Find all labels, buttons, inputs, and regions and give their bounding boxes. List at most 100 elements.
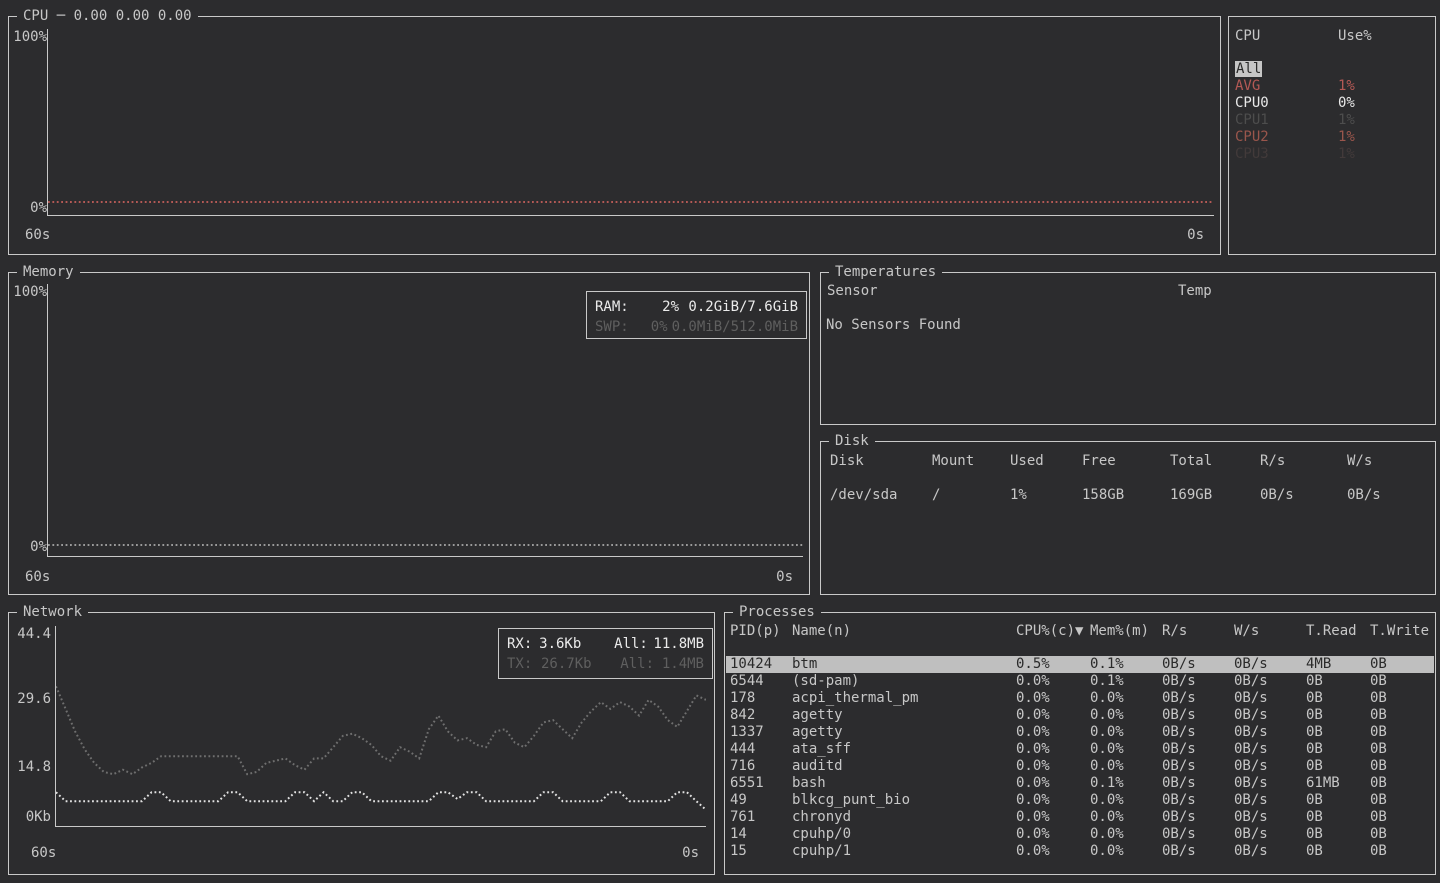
process-cell: 0B/s (1162, 792, 1196, 809)
cpu-x-axis-right-label: 0s (1187, 227, 1204, 244)
cpu-legend-cell: CPU2 (1235, 129, 1269, 146)
tx-all-label: All: (620, 654, 662, 674)
process-cell: 0B/s (1234, 775, 1268, 792)
disk-cell: / (932, 487, 940, 504)
cpu-graph-panel: CPU ─ 0.00 0.00 0.00 100% 0% 60s 0s (8, 16, 1221, 255)
rx-all-value: 11.8MB (653, 634, 704, 654)
cpu-legend-header-cell: Use% (1338, 28, 1372, 45)
process-cell: 716 (730, 758, 755, 775)
disk-header-cell: R/s (1260, 453, 1285, 470)
process-cell: cpuhp/1 (792, 843, 851, 860)
process-row[interactable]: 49blkcg_punt_bio0.0%0.0%0B/s0B/s0B0B (726, 792, 1434, 809)
processes-header-cell: R/s (1162, 623, 1187, 640)
process-row[interactable]: 14cpuhp/00.0%0.0%0B/s0B/s0B0B (726, 826, 1434, 843)
process-cell: ata_sff (792, 741, 851, 758)
cpu-legend-cell: 1% (1338, 112, 1355, 129)
process-cell: 0B (1306, 792, 1323, 809)
cpu-legend-row[interactable]: All (1230, 61, 1434, 78)
process-row[interactable]: 178acpi_thermal_pm0.0%0.0%0B/s0B/s0B0B (726, 690, 1434, 707)
process-cell: 6551 (730, 775, 764, 792)
process-cell: cpuhp/0 (792, 826, 851, 843)
network-legend-box: RX: 3.6Kb All: 11.8MB TX: 26.7Kb All: 1.… (498, 628, 713, 679)
process-cell: 15 (730, 843, 747, 860)
network-x-axis-left-label: 60s (31, 845, 56, 862)
process-cell: 0B/s (1162, 690, 1196, 707)
process-cell: 0B/s (1234, 673, 1268, 690)
process-row[interactable]: 15cpuhp/10.0%0.0%0B/s0B/s0B0B (726, 843, 1434, 860)
cpu-legend-panel: CPUUse%AllAVG1%CPU00%CPU11%CPU21%CPU31% (1228, 16, 1436, 255)
disk-cell: 0B/s (1347, 487, 1381, 504)
disk-table: DiskMountUsedFreeTotalR/sW/s/dev/sda/1%1… (821, 442, 1435, 594)
process-cell: 0B (1306, 741, 1323, 758)
network-x-axis-right-label: 0s (682, 845, 699, 862)
process-row[interactable]: 842agetty0.0%0.0%0B/s0B/s0B0B (726, 707, 1434, 724)
process-cell: 0.0% (1016, 826, 1050, 843)
memory-y-axis-max-label: 100% (11, 284, 47, 301)
process-cell: 178 (730, 690, 755, 707)
network-y-label-2: 29.6 (11, 691, 51, 708)
process-row[interactable]: 6551bash0.0%0.1%0B/s0B/s61MB0B (726, 775, 1434, 792)
process-cell: 0B/s (1234, 826, 1268, 843)
cpu-legend-row[interactable]: CPU11% (1230, 112, 1434, 129)
process-cell: 0B/s (1162, 673, 1196, 690)
process-cell: 0.0% (1090, 809, 1124, 826)
disk-header-cell: Disk (830, 453, 864, 470)
process-cell: 0B (1306, 758, 1323, 775)
process-cell: 0.0% (1016, 707, 1050, 724)
tx-label: TX: (507, 654, 541, 674)
cpu-legend-cell: 1% (1338, 146, 1355, 163)
process-cell: 0B (1370, 690, 1387, 707)
cpu-legend-row[interactable]: CPU31% (1230, 146, 1434, 163)
network-y-label-1: 14.8 (11, 759, 51, 776)
process-cell: 842 (730, 707, 755, 724)
process-cell: 0.1% (1090, 673, 1124, 690)
processes-header-row[interactable]: PID(p)Name(n)CPU%(c)▼Mem%(m)R/sW/sT.Read… (726, 623, 1434, 640)
process-cell: 0.0% (1016, 843, 1050, 860)
process-cell: 49 (730, 792, 747, 809)
process-cell: 0B/s (1234, 843, 1268, 860)
process-row[interactable]: 444ata_sff0.0%0.0%0B/s0B/s0B0B (726, 741, 1434, 758)
process-cell: 0.0% (1016, 724, 1050, 741)
process-cell: 0.0% (1016, 809, 1050, 826)
processes-header-cell: Mem%(m) (1090, 623, 1149, 640)
cpu-legend-row[interactable]: AVG1% (1230, 78, 1434, 95)
memory-legend-ram-row: RAM: 2% 0.2GiB/7.6GiB (595, 297, 798, 317)
processes-header-cell: W/s (1234, 623, 1259, 640)
process-cell: 1337 (730, 724, 764, 741)
cpu-usage-chart (48, 29, 1214, 215)
process-cell: 0.1% (1090, 656, 1124, 673)
process-row[interactable]: 10424btm0.5%0.1%0B/s0B/s4MB0B (726, 656, 1434, 673)
cpu-legend-cell: 0% (1338, 95, 1355, 112)
process-row[interactable]: 716auditd0.0%0.0%0B/s0B/s0B0B (726, 758, 1434, 775)
disk-header-cell: Used (1010, 453, 1044, 470)
process-row[interactable]: 6544(sd-pam)0.0%0.1%0B/s0B/s0B0B (726, 673, 1434, 690)
cpu-legend-row[interactable]: CPU00% (1230, 95, 1434, 112)
temperatures-header-cell: Temp (1178, 283, 1212, 300)
disk-cell: 1% (1010, 487, 1027, 504)
cpu-legend-header-row: CPUUse% (1230, 28, 1434, 45)
disk-header-row: DiskMountUsedFreeTotalR/sW/s (822, 453, 1434, 470)
memory-panel: Memory 100% 0% 60s 0s RAM: 2% 0.2GiB/7.6… (8, 272, 810, 595)
process-row[interactable]: 1337agetty0.0%0.0%0B/s0B/s0B0B (726, 724, 1434, 741)
process-cell: 0B/s (1234, 724, 1268, 741)
cpu-legend-cell: 1% (1338, 78, 1355, 95)
temperatures-header-row: SensorTemp (822, 283, 1434, 300)
swap-label: SWP: (595, 317, 631, 337)
disk-cell: /dev/sda (830, 487, 897, 504)
process-cell: 61MB (1306, 775, 1340, 792)
process-row[interactable]: 761chronyd0.0%0.0%0B/s0B/s0B0B (726, 809, 1434, 826)
process-cell: blkcg_punt_bio (792, 792, 910, 809)
cpu-legend-row[interactable]: CPU21% (1230, 129, 1434, 146)
process-cell: 0B (1370, 826, 1387, 843)
process-cell: 0.0% (1016, 758, 1050, 775)
process-cell: 761 (730, 809, 755, 826)
process-cell: 10424 (730, 656, 772, 673)
process-cell: agetty (792, 724, 843, 741)
memory-y-axis-min-label: 0% (11, 539, 47, 556)
cpu-legend-table: CPUUse%AllAVG1%CPU00%CPU11%CPU21%CPU31% (1229, 17, 1435, 254)
process-cell: 4MB (1306, 656, 1331, 673)
process-cell: 0B (1370, 775, 1387, 792)
disk-row[interactable]: /dev/sda/1%158GB169GB0B/s0B/s (822, 487, 1434, 504)
process-cell: 0B (1370, 673, 1387, 690)
process-cell: 0B/s (1162, 724, 1196, 741)
